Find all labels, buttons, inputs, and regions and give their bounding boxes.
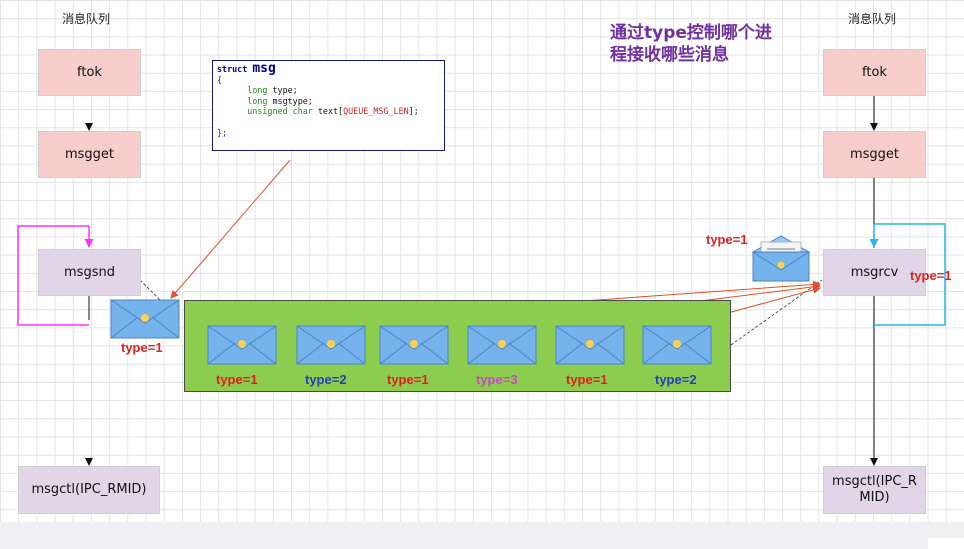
received-envelope-icon (751, 235, 811, 282)
queue-envelope-icon (379, 325, 449, 365)
code-field-text: text[ (317, 106, 344, 117)
left-msgctl-box: msgctl(IPC_RMID) (18, 466, 160, 514)
note-text: 通过type控制哪个进程接收哪些消息 (610, 23, 772, 65)
queue-message-type-label: type=1 (566, 372, 608, 387)
queue-message-type-label: type=2 (305, 372, 347, 387)
code-close-brace: }; (217, 127, 228, 138)
queue-message-type-label: type=1 (387, 372, 429, 387)
queue-message-type-label: type=3 (476, 372, 518, 387)
queue-message-type-label: type=1 (216, 372, 258, 387)
left-column-title: 消息队列 (62, 12, 111, 26)
code-struct-name: msg (252, 61, 276, 76)
msgsnd-box: msgsnd (38, 249, 141, 296)
code-open-brace: { (217, 74, 223, 85)
left-ftok-box: ftok (38, 49, 141, 96)
code-field-type: type; (272, 85, 298, 96)
msgrcv-type-label: type=1 (910, 268, 952, 283)
code-macro: QUEUE_MSG_LEN (343, 106, 409, 117)
code-type-2: long (247, 95, 268, 106)
code-field-msgtype: msgtype; (272, 95, 313, 106)
code-type-1: long (247, 85, 268, 96)
queue-envelope-icon (642, 325, 712, 365)
arrow-struct-to-envelope (170, 159, 291, 299)
queue-envelope-icon (207, 325, 277, 365)
sender-envelope-icon (110, 299, 180, 339)
code-field-end: ]; (408, 106, 419, 117)
right-msgget-box: msgget (823, 131, 926, 178)
sender-type-label: type=1 (121, 340, 163, 355)
code-struct-keyword: struct (217, 64, 248, 74)
right-column-title: 消息队列 (848, 12, 897, 26)
left-msgget-box: msgget (38, 131, 141, 178)
struct-code-box: struct msg { long type; long msgtype; un… (212, 60, 445, 151)
queue-envelope-icon (555, 325, 625, 365)
receiver-envelope-type-label: type=1 (706, 232, 748, 247)
right-msgctl-box: msgctl(IPC_R MID) (823, 466, 926, 514)
queue-envelope-icon (467, 325, 537, 365)
code-type-3: unsigned char (247, 106, 313, 117)
queue-message-type-label: type=2 (655, 372, 697, 387)
right-ftok-box: ftok (823, 49, 926, 96)
queue-envelope-icon (296, 325, 366, 365)
